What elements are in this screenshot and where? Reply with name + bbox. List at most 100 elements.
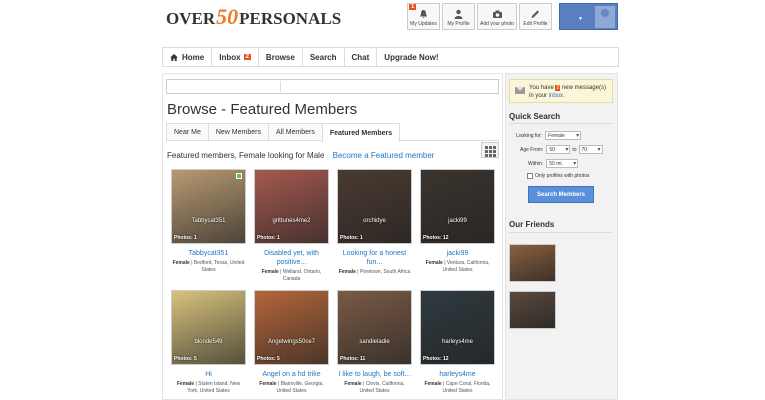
member-location: Cape Coral, Florida, United States (442, 381, 491, 394)
nav-browse[interactable]: Browse (259, 48, 303, 66)
member-headline[interactable]: Angel on a hd trike (254, 370, 329, 379)
nav-home[interactable]: Home (163, 48, 213, 66)
member-gender: Female (344, 381, 362, 387)
friend-photo[interactable] (509, 244, 556, 282)
member-headline[interactable]: I like to laugh, be soft... (337, 370, 412, 379)
member-card[interactable]: jacki99 Photos: 12 jacki99 Female | Vent… (420, 169, 495, 274)
member-photo[interactable]: sandieladie Photos: 11 (337, 290, 412, 365)
photo-count: Photos: 1 (257, 235, 280, 241)
divider (509, 232, 613, 233)
member-photo[interactable]: Angelwings50ce7 Photos: 5 (254, 290, 329, 365)
message-count-badge: 2 (555, 85, 561, 91)
tab-near-me[interactable]: Near Me (166, 123, 209, 140)
photo-count: Photos: 1 (174, 235, 197, 241)
member-headline[interactable]: jacki99 (420, 249, 495, 258)
nav-inbox[interactable]: Inbox 2 (212, 48, 259, 66)
tab-featured-members[interactable]: Featured Members (321, 123, 401, 142)
site-logo[interactable]: OVER 50 PERSONALS (166, 4, 342, 32)
member-location: Blairsville, Georgia, United States (276, 381, 324, 394)
member-location: Ventura, California, United States (442, 260, 490, 273)
member-gender: Female (176, 381, 195, 387)
message-prefix: You have (529, 85, 554, 91)
inbox-link[interactable]: inbox. (549, 93, 565, 99)
member-username: harleys4me (441, 339, 473, 345)
member-headline[interactable]: Disabled yet, with positive... (254, 249, 329, 267)
nav-search[interactable]: Search (303, 48, 345, 66)
user-menu[interactable]: ▼ (559, 3, 618, 30)
member-username: Tabbycat351 (191, 218, 226, 224)
become-featured-link[interactable]: Become a Featured member (333, 151, 435, 160)
age-to-select[interactable]: 70 (578, 145, 603, 154)
quick-search-title: Quick Search (509, 112, 561, 121)
page-title: Browse - Featured Members (167, 101, 358, 118)
member-card[interactable]: harleys4me Photos: 12 harleys4me Female … (420, 290, 495, 395)
photo-count: Photos: 5 (174, 356, 197, 362)
logo-text-personals: PERSONALS (239, 9, 342, 28)
friend-photo[interactable] (509, 291, 556, 329)
age-from-select[interactable]: 50 (546, 145, 571, 154)
avatar (595, 6, 615, 28)
nav-chat-label: Chat (351, 52, 370, 62)
search-input[interactable] (166, 79, 499, 94)
nav-chat[interactable]: Chat (345, 48, 378, 66)
member-headline[interactable]: Hi (171, 370, 246, 379)
member-gender: Female (338, 269, 356, 275)
looking-for-select[interactable]: Female (545, 131, 582, 140)
member-card[interactable]: sandieladie Photos: 11 I like to laugh, … (337, 290, 412, 395)
grid-view-button[interactable] (481, 142, 499, 158)
within-select[interactable]: 50 mi. (546, 159, 579, 168)
member-card[interactable]: Tabbycat351 Photos: 1 Tabbycat351 Female… (171, 169, 246, 274)
camera-icon (492, 10, 502, 18)
member-username: sandieladie (359, 339, 390, 345)
member-photo[interactable]: grittunes4me2 Photos: 1 (254, 169, 329, 244)
tab-all-members[interactable]: All Members (267, 123, 323, 140)
member-location: Welland, Ontario, Canada (282, 269, 322, 282)
nav-home-label: Home (182, 52, 205, 62)
edit-profile-button[interactable]: Edit Profile (519, 3, 552, 30)
my-updates-button[interactable]: 1 My Updates (407, 3, 440, 30)
subheading-text: Featured members, Female looking for Mal… (167, 151, 325, 160)
member-username: blonde549 (194, 339, 223, 345)
photo-count: Photos: 12 (423, 356, 449, 362)
nav-browse-label: Browse (265, 52, 295, 62)
member-card[interactable]: blonde549 Photos: 5 Hi Female | Staten I… (171, 290, 246, 395)
photo-count: Photos: 12 (423, 235, 449, 241)
member-username: orchidye (363, 218, 386, 224)
member-headline[interactable]: Looking for a honest fun... (337, 249, 412, 267)
member-card[interactable]: grittunes4me2 Photos: 1 Disabled yet, wi… (254, 169, 329, 283)
member-photo[interactable]: orchidye Photos: 1 (337, 169, 412, 244)
subheading: Featured members, Female looking for Mal… (167, 151, 434, 160)
my-profile-button[interactable]: My Profile (442, 3, 475, 30)
looking-for-row: Looking for: Female (516, 131, 582, 140)
member-meta: Female | Cape Coral, Florida, United Sta… (424, 381, 491, 394)
nav-upgrade[interactable]: Upgrade Now! (377, 48, 445, 66)
member-card[interactable]: orchidye Photos: 1 Looking for a honest … (337, 169, 412, 276)
user-icon (454, 9, 463, 19)
member-username: grittunes4me2 (272, 218, 311, 224)
tab-new-members[interactable]: New Members (207, 123, 269, 140)
member-gender: Female (424, 381, 442, 387)
member-headline[interactable]: Tabbycat351 (171, 249, 246, 258)
member-photo[interactable]: Tabbycat351 Photos: 1 (171, 169, 246, 244)
member-meta: Female | Welland, Ontario, Canada (261, 269, 322, 282)
photos-only-checkbox[interactable] (527, 173, 533, 179)
member-meta: Female | Clovis, California, United Stat… (344, 381, 405, 394)
envelope-icon (515, 87, 525, 94)
add-photo-button[interactable]: Add your photo (477, 3, 517, 30)
member-location: Pinetown, South Africa (360, 269, 411, 275)
member-photo[interactable]: blonde549 Photos: 5 (171, 290, 246, 365)
member-card[interactable]: Angelwings50ce7 Photos: 5 Angel on a hd … (254, 290, 329, 395)
member-meta: Female | Bedford, Texas, United States (172, 260, 245, 273)
member-headline[interactable]: harleys4me (420, 370, 495, 379)
photos-only-row: Only profiles with photos (527, 173, 589, 179)
logo-text-50: 50 (216, 4, 239, 29)
member-photo[interactable]: harleys4me Photos: 12 (420, 290, 495, 365)
member-photo[interactable]: jacki99 Photos: 12 (420, 169, 495, 244)
our-friends-title: Our Friends (509, 220, 555, 229)
member-gender: Female (259, 381, 277, 387)
member-location: Bedford, Texas, United States (193, 260, 245, 273)
browse-tabs: Near Me New Members All Members Featured… (166, 123, 499, 142)
member-meta: Female | Ventura, California, United Sta… (425, 260, 490, 273)
search-members-button[interactable]: Search Members (528, 186, 594, 203)
pencil-icon (531, 10, 539, 18)
